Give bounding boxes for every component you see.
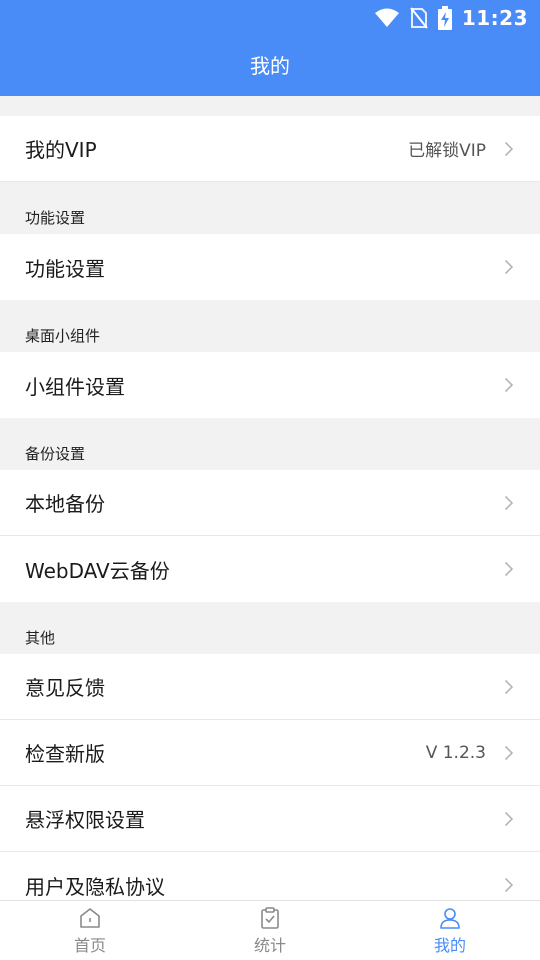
home-icon xyxy=(78,906,102,930)
wifi-icon xyxy=(374,8,400,28)
settings-row-label: 小组件设置 xyxy=(25,374,125,399)
chevron-right-icon xyxy=(504,561,514,577)
battery-charging-icon xyxy=(437,6,452,30)
settings-row-label: 悬浮权限设置 xyxy=(25,808,145,832)
settings-row[interactable]: 检查新版 V 1.2.3 xyxy=(0,720,540,786)
vip-row[interactable]: 我的VIP 已解锁VIP xyxy=(0,116,540,182)
settings-row[interactable]: 意见反馈 xyxy=(0,654,540,720)
settings-row-label: 用户及隐私协议 xyxy=(25,874,165,899)
top-spacer xyxy=(0,96,540,116)
no-sim-icon xyxy=(410,7,428,29)
app-header: 11:23 我的 xyxy=(0,0,540,96)
section-header: 备份设置 xyxy=(25,445,86,463)
clipboard-check-icon xyxy=(258,906,282,930)
chevron-right-icon xyxy=(504,377,514,393)
chevron-right-icon xyxy=(504,679,514,695)
section-header: 功能设置 xyxy=(25,209,86,227)
settings-row-value: V 1.2.3 xyxy=(425,742,486,763)
settings-row-label: 检查新版 xyxy=(25,742,105,766)
section-header: 桌面小组件 xyxy=(25,327,101,345)
bottom-tab-bar: 首页 统计 我的 xyxy=(0,900,540,960)
chevron-right-icon xyxy=(504,811,514,827)
section-header: 其他 xyxy=(25,629,56,647)
status-bar: 11:23 xyxy=(0,0,540,36)
tab-user[interactable]: 我的 xyxy=(360,901,540,960)
status-time: 11:23 xyxy=(461,6,528,30)
chevron-right-icon xyxy=(504,141,514,157)
settings-row[interactable]: 悬浮权限设置 xyxy=(0,786,540,852)
tab-label: 我的 xyxy=(433,935,466,955)
settings-row[interactable]: WebDAV云备份 xyxy=(0,536,540,602)
page-title: 我的 xyxy=(250,54,290,78)
tab-label: 首页 xyxy=(73,935,106,955)
settings-row-label: WebDAV云备份 xyxy=(25,558,170,583)
tab-label: 统计 xyxy=(253,935,286,955)
vip-status-value: 已解锁VIP xyxy=(408,141,486,161)
settings-row-label: 意见反馈 xyxy=(25,676,105,700)
user-icon xyxy=(438,906,462,930)
settings-row[interactable]: 本地备份 xyxy=(0,470,540,536)
chevron-right-icon xyxy=(504,259,514,275)
tab-clipboard-check[interactable]: 统计 xyxy=(180,901,360,960)
vip-label: 我的VIP xyxy=(25,138,97,162)
chevron-right-icon xyxy=(504,877,514,893)
settings-row[interactable]: 功能设置 xyxy=(0,234,540,300)
settings-row[interactable]: 用户及隐私协议 xyxy=(0,852,540,900)
chevron-right-icon xyxy=(504,745,514,761)
settings-row[interactable]: 小组件设置 xyxy=(0,352,540,418)
settings-row-label: 本地备份 xyxy=(25,492,105,516)
settings-list[interactable]: 我的VIP 已解锁VIP 功能设置 功能设置 桌面小组件 小组件设置 备份设置 本地备份 W… xyxy=(0,96,540,900)
tab-home[interactable]: 首页 xyxy=(0,901,180,960)
settings-row-label: 功能设置 xyxy=(25,256,105,281)
chevron-right-icon xyxy=(504,495,514,511)
